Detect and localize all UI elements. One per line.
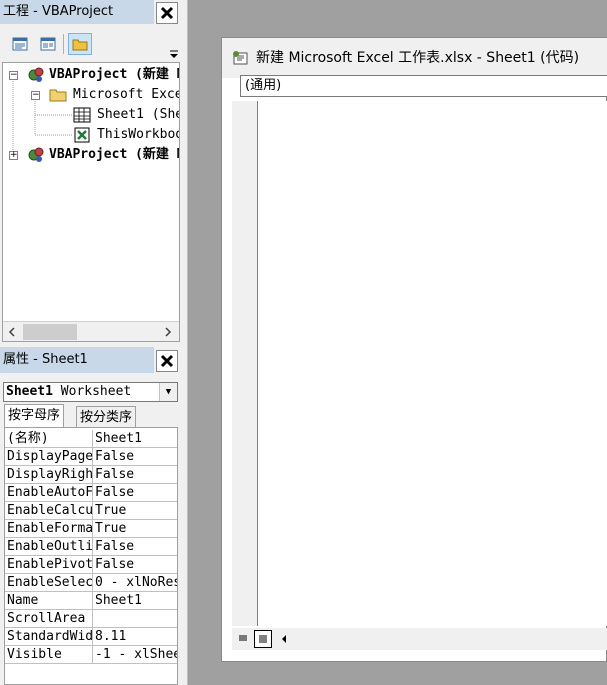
tree-item-label: Microsoft Excel 对象 [73, 87, 179, 102]
scroll-right-icon[interactable] [163, 327, 173, 337]
properties-pane: 属性 - Sheet1 Sheet1 Worksheet ▼ 按字母序 按分类序… [0, 347, 182, 685]
property-row[interactable]: DisplayRightToLeftFalse [5, 466, 177, 484]
tab-categorized[interactable]: 按分类序 [76, 406, 137, 428]
procedure-view-button[interactable] [234, 630, 252, 648]
view-object-button[interactable] [36, 33, 60, 55]
object-selector-dropdown[interactable]: Sheet1 Worksheet ▼ [3, 382, 178, 402]
expand-toggle[interactable]: + [9, 151, 18, 160]
scroll-left-icon [282, 635, 286, 643]
chevron-down-icon[interactable]: ▼ [159, 383, 177, 401]
close-icon [160, 354, 174, 368]
code-window: 新建 Microsoft Excel 工作表.xlsx - Sheet1 (代码… [221, 37, 607, 662]
vba-project-icon [28, 67, 44, 82]
toolbar-overflow-button[interactable] [168, 42, 180, 60]
property-row[interactable]: EnableFormatConditionsCalculationTrue [5, 520, 177, 538]
property-row[interactable]: StandardWidth8.11 [5, 628, 177, 646]
project-pane-close-button[interactable] [156, 2, 178, 24]
property-row[interactable]: DisplayPageBreaksFalse [5, 448, 177, 466]
properties-pane-close-button[interactable] [156, 350, 178, 372]
margin-indicator-bar[interactable] [232, 101, 258, 626]
properties-grid: (名称)Sheet1 DisplayPageBreaksFalse Displa… [4, 427, 178, 685]
tab-alphabetic[interactable]: 按字母序 [4, 404, 65, 428]
object-dropdown-value: (通用) [245, 78, 282, 93]
view-object-icon [40, 37, 56, 51]
tree-item-label: Sheet1 (Sheet1) [97, 107, 180, 122]
property-row[interactable]: EnableAutoFilterFalse [5, 484, 177, 502]
object-type: Worksheet [60, 384, 132, 399]
view-code-icon [12, 37, 28, 51]
expand-toggle[interactable]: − [9, 71, 18, 80]
property-row[interactable]: EnableCalculationTrue [5, 502, 177, 520]
full-module-view-button[interactable] [254, 630, 272, 648]
collapse-toggle[interactable]: − [31, 91, 40, 100]
tree-item-label: ThisWorkbook [97, 127, 179, 142]
properties-pane-title: 属性 - Sheet1 [0, 347, 154, 373]
property-row[interactable]: Visible-1 - xlSheetVisible [5, 646, 177, 664]
folder-icon [72, 39, 88, 51]
worksheet-icon [73, 107, 91, 123]
code-window-icon [233, 51, 248, 65]
property-row[interactable]: EnablePivotTableFalse [5, 556, 177, 574]
view-code-button[interactable] [8, 33, 32, 55]
property-row[interactable]: ScrollArea [5, 610, 177, 628]
tree-item-label: VBAProject (新建 Microsoft Excel 工作表.xlsx) [49, 147, 179, 162]
code-window-bottom-bar [232, 628, 607, 650]
close-icon [160, 6, 174, 20]
project-toolbar [0, 28, 182, 60]
scroll-left-icon[interactable] [7, 327, 17, 337]
toolbar-separator [63, 34, 64, 54]
scroll-thumb[interactable] [23, 324, 77, 340]
procedure-view-icon [239, 635, 247, 641]
property-row[interactable]: (名称) Sheet1 [5, 430, 177, 448]
project-tree: − VBAProject (新建 Microsoft Excel 工作表.xls… [2, 62, 180, 342]
hscroll-left-button[interactable] [276, 630, 292, 648]
code-window-title: 新建 Microsoft Excel 工作表.xlsx - Sheet1 (代码… [256, 50, 580, 66]
object-name: Sheet1 [6, 384, 53, 399]
vba-project-icon [28, 147, 44, 162]
workbook-icon [74, 127, 90, 143]
folder-icon [49, 89, 67, 102]
project-pane: 工程 - VBAProject − VBAProject (新建 − Micro… [0, 0, 182, 345]
object-dropdown[interactable]: (通用) [240, 75, 607, 97]
property-row[interactable]: Name Sheet1 [5, 592, 177, 610]
full-module-view-icon [259, 635, 267, 643]
code-window-titlebar[interactable]: 新建 Microsoft Excel 工作表.xlsx - Sheet1 (代码… [222, 38, 607, 78]
tree-item-label: VBAProject (新建 Microsoft Excel 工作表.xlsx) [49, 67, 179, 82]
toggle-folders-button[interactable] [68, 33, 92, 55]
property-row[interactable]: EnableOutliningFalse [5, 538, 177, 556]
project-tree-hscrollbar[interactable] [3, 321, 179, 341]
code-editor[interactable] [259, 101, 607, 626]
chevron-down-icon [170, 50, 178, 58]
property-row[interactable]: EnableSelection0 - xlNoRestrictions [5, 574, 177, 592]
project-pane-title: 工程 - VBAProject [0, 0, 154, 24]
